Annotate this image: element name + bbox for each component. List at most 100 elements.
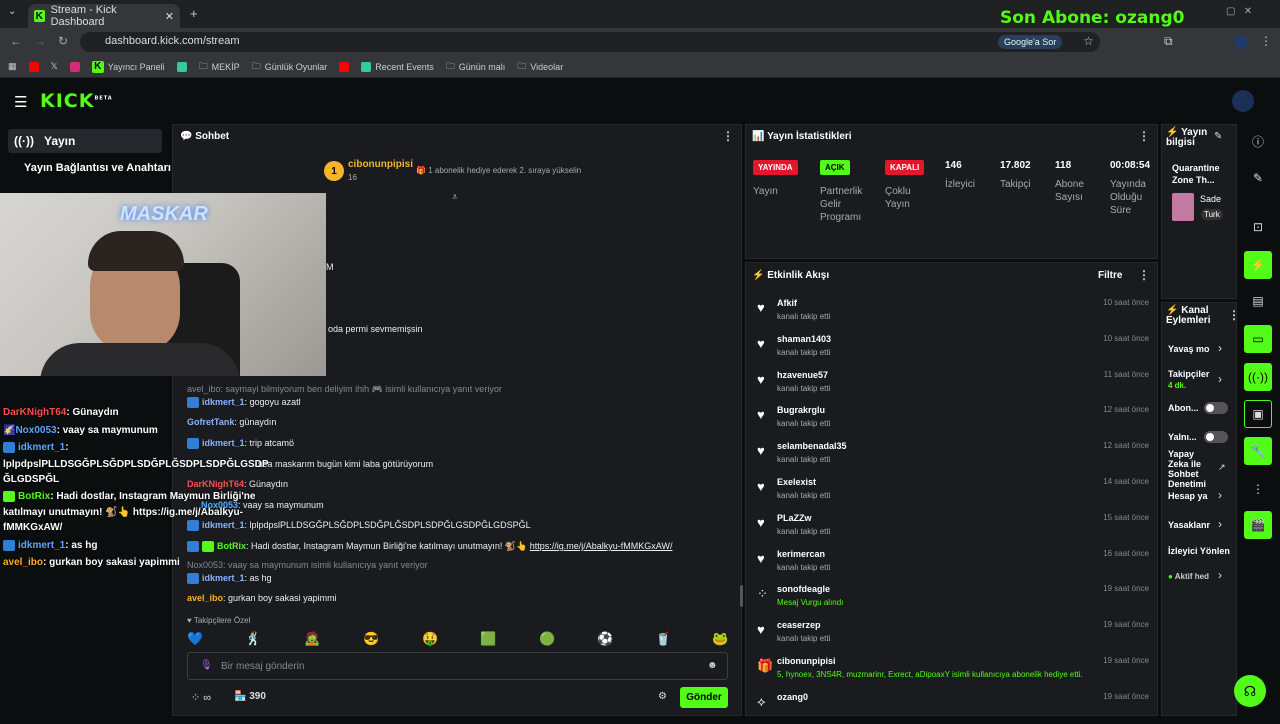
broadcast-icon[interactable]: ((·)) [1244,363,1272,391]
bookmark-mekip[interactable]: 🗀 MEKİP [199,59,240,75]
subs-only-toggle[interactable] [1204,402,1228,414]
emoji-icon[interactable]: ☻ [707,660,718,671]
chat-username[interactable]: BotRix [217,541,246,551]
edit-pencil-icon[interactable]: ✎ [1214,131,1222,142]
google-ask-button[interactable]: Google'a Sor [998,35,1063,49]
event-username[interactable]: PLaZZw [777,513,812,523]
activity-menu-icon[interactable]: ⋮ [1138,268,1150,282]
chat-username[interactable]: idkmert_1 [202,397,245,407]
event-username[interactable]: cibonunpipisi [777,656,836,666]
support-headset-icon[interactable]: ☊ [1234,675,1266,707]
emote-green-icon[interactable]: 🟩 [480,631,496,647]
channel-actions-menu-icon[interactable]: ⋮ [1228,308,1240,322]
sidebar-item-stream-key[interactable]: Yayın Bağlantısı ve Anahtarı [24,162,171,174]
chat-bubble-icon[interactable]: ▭ [1244,325,1272,353]
emote-cool-icon[interactable]: 😎 [363,631,379,647]
kick-logo[interactable]: KICKBETA [40,90,113,112]
bookmark-videolar[interactable]: 🗀 Videolar [517,59,563,75]
tab-close-icon[interactable]: ✕ [165,10,174,23]
x-icon[interactable]: 𝕏 [51,61,58,72]
chevron-right-icon[interactable]: › [1218,568,1222,582]
back-icon[interactable]: ← [10,34,22,48]
new-tab-icon[interactable]: + [190,6,198,21]
hamburger-menu-icon[interactable]: ☰ [14,93,27,111]
emote-chat-icon[interactable]: 🟢 [539,631,555,647]
emote-money-icon[interactable]: 🤑 [422,631,438,647]
forward-icon[interactable]: → [34,34,46,48]
settings-gear-icon[interactable]: ⚙ [658,691,667,702]
action-active-goal[interactable]: ● Aktif hed [1168,572,1209,581]
emote-ball-icon[interactable]: ⚽ [597,631,613,647]
clapper-icon[interactable]: 🎬 [1244,511,1272,539]
action-emotes-only[interactable]: Yalnı... [1168,432,1197,442]
action-subs-only[interactable]: Abon... [1168,403,1199,413]
bookmark-gunun-mali[interactable]: 🗀 Günün malı [446,59,506,75]
emote-heart-icon[interactable]: 💙 [187,631,203,647]
more-icon[interactable]: ⋮ [1244,475,1272,503]
emote-dancer-icon[interactable]: 🕺 [245,631,261,647]
action-followers-only[interactable]: Takipçiler [1168,369,1209,379]
chat-username[interactable]: GofretTank [187,417,234,427]
chat-link[interactable]: https://ig.me/j/Abalkyu-fMMKGxAW/ [530,541,673,551]
bookmark-star-icon[interactable]: ☆ [1083,34,1094,48]
action-ai-moderation[interactable]: Yapay Zeka ile Sohbet Denetimi [1168,449,1214,489]
event-username[interactable]: selambenadal35 [777,441,847,451]
emote-cup-icon[interactable]: 🥤 [655,631,671,647]
chevron-right-icon[interactable]: › [1218,372,1222,386]
chevron-right-icon[interactable]: › [1218,488,1222,502]
action-account-age[interactable]: Hesap ya [1168,491,1208,501]
action-slow-mode[interactable]: Yavaş mo [1168,344,1210,354]
edit-icon[interactable]: ✎ [1244,164,1272,192]
youtube-icon[interactable] [28,61,39,72]
bookmark-gunluk-oyunlar[interactable]: 🗀 Günlük Oyunlar [252,59,328,75]
reload-icon[interactable]: ↻ [58,34,68,48]
mic-icon[interactable]: 🎙 [200,660,213,671]
stats-menu-icon[interactable]: ⋮ [1138,129,1150,143]
bookmark-recent-events[interactable]: Recent Events [361,61,434,72]
filter-button[interactable]: Filtre [1098,270,1122,281]
emote-face-icon[interactable]: 🧟 [304,631,320,647]
chat-username[interactable]: idkmert_1 [202,438,245,448]
url-field[interactable]: dashboard.kick.com/stream [80,32,1100,52]
menu-icon[interactable]: ⋮ [1260,34,1272,48]
chevron-right-icon[interactable]: › [1218,517,1222,531]
user-avatar[interactable] [1232,90,1254,112]
event-username[interactable]: ozang0 [777,692,808,702]
bookmark-yayinci-paneli[interactable]: K Yayıncı Paneli [91,60,165,73]
event-username[interactable]: Exelexist [777,477,816,487]
event-username[interactable]: hzavenue57 [777,370,828,380]
sidebar-item-yayin[interactable]: ((·)) Yayın [8,129,162,153]
top-gifter-name[interactable]: cibonunpipisi [348,159,413,170]
event-username[interactable]: Afkif [777,298,797,308]
chat-scrollbar[interactable] [740,585,743,607]
youtube-icon[interactable] [339,61,350,72]
event-username[interactable]: kerimercan [777,549,825,559]
profile-avatar[interactable] [1234,35,1248,49]
action-viewer-redirect[interactable]: İzleyici Yönlen [1168,546,1230,556]
emote-frog-icon[interactable]: 🐸 [712,631,728,647]
event-username[interactable]: sonofdeagle [777,584,830,594]
capture-icon[interactable]: ⊡ [1244,213,1272,241]
emotes-only-toggle[interactable] [1204,431,1228,443]
bolt-icon[interactable]: ⚡ [1244,251,1272,279]
apps-icon[interactable]: ▦ [8,61,17,72]
external-link-icon[interactable]: ↗ [1218,462,1226,473]
chat-username[interactable]: avel_ibo [187,593,223,603]
bookmark-icon[interactable] [176,61,187,72]
browser-tab[interactable]: K Stream - Kick Dashboard ✕ [28,4,180,28]
chat-input[interactable]: 🎙 Bir mesaj gönderin ☻ [187,652,728,680]
window-controls[interactable]: ▢ ✕ [1226,6,1252,17]
chat-username[interactable]: idkmert_1 [202,520,245,530]
chat-username[interactable]: idkmert_1 [202,573,245,583]
chat-username[interactable]: Nox0053 [201,500,238,510]
document-icon[interactable]: ▤ [1244,287,1272,315]
connections-icon[interactable]: ⁘ ∞ [191,691,211,704]
wrench-icon[interactable]: 🔧 [1244,437,1272,465]
extensions-icon[interactable]: ⧉ [1164,34,1173,49]
tab-search-icon[interactable]: ⌄ [8,6,16,17]
chat-username[interactable]: DarKNighT64 [187,479,244,489]
action-banned[interactable]: Yasaklanr [1168,520,1210,530]
event-username[interactable]: ceaserzep [777,620,821,630]
channel-points[interactable]: 🏪 390 [234,691,266,702]
event-username[interactable]: shaman1403 [777,334,831,344]
